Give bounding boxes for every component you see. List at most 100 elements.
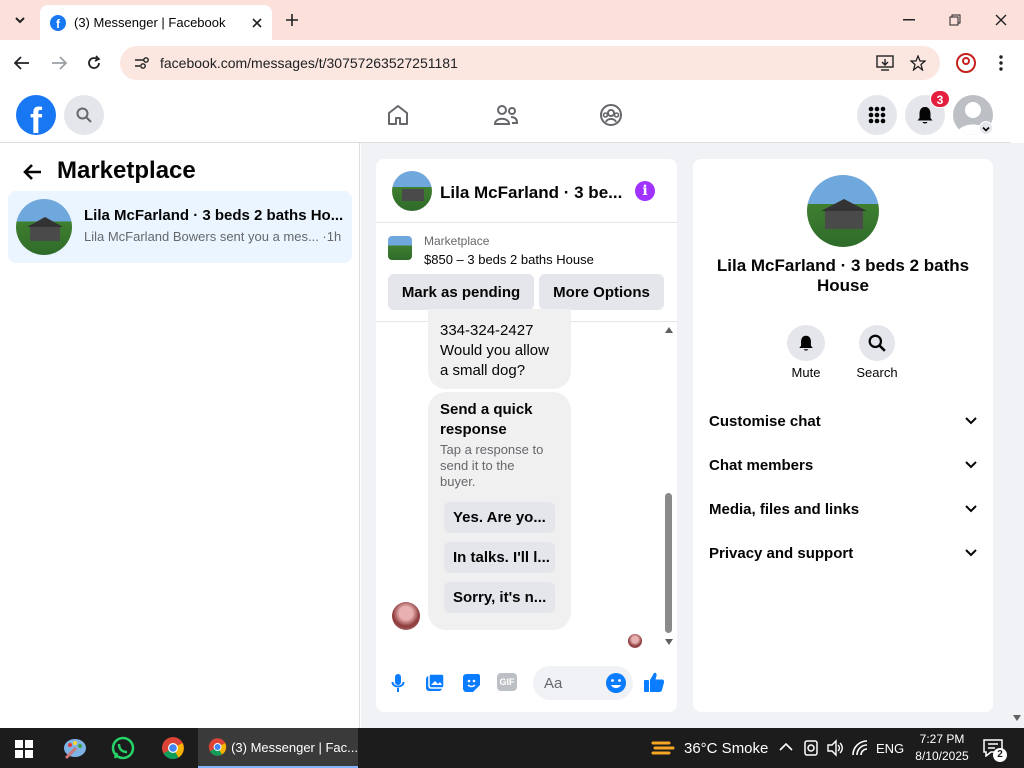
url-text: facebook.com/messages/t/3075726352725118… [160,55,458,71]
scrollbar-thumb[interactable] [665,493,672,633]
reload-icon[interactable] [86,55,102,71]
meet-now-icon[interactable] [804,739,818,757]
bookmark-star-icon[interactable] [910,55,926,71]
taskbar-window-title: (3) Messenger | Fac... [231,739,358,755]
listing-detail[interactable]: $850 – 3 beds 2 baths House [424,252,594,267]
site-settings-icon[interactable] [134,56,150,70]
weather-smoke-icon[interactable] [651,737,677,759]
account-dropdown[interactable] [979,121,993,135]
paint-app-icon[interactable] [62,736,88,760]
browser-tab-strip: f (3) Messenger | Facebook [0,0,1024,40]
close-tab-icon[interactable] [252,17,262,28]
tab-search-button[interactable] [8,8,32,32]
chat-header: Lila McFarland · 3 be... i [376,159,677,223]
sender-avatar[interactable] [392,602,420,630]
restore-icon[interactable] [949,14,961,26]
chevron-down-icon [982,126,990,132]
sticker-icon[interactable] [461,673,481,693]
section-chat-members[interactable]: Chat members [709,453,977,477]
message-text: 334-324-2427 Would you allow a small dog… [440,321,549,381]
network-icon[interactable] [851,739,869,757]
listing-thumbnail [388,236,412,260]
friends-icon[interactable] [493,103,519,127]
chat-info-panel: Lila McFarland · 3 beds 2 baths House Mu… [693,159,993,712]
search-button[interactable] [64,95,104,135]
chevron-down-icon [965,417,977,425]
chevron-down-icon [965,505,977,513]
quick-reply-button[interactable]: Sorry, it's n... [444,582,555,613]
facebook-logo-icon[interactable]: f [16,95,56,135]
message-line: 334-324-2427 [440,322,534,339]
more-options-button[interactable]: More Options [539,274,664,310]
search-in-chat-button[interactable] [859,325,895,361]
chevron-down-icon [965,549,977,557]
section-privacy-support[interactable]: Privacy and support [709,541,977,565]
photo-icon[interactable] [425,673,445,693]
mute-button[interactable] [787,325,825,361]
chat-avatar[interactable] [392,171,432,211]
page-scrollbar[interactable] [1010,143,1024,728]
notification-badge: 3 [930,90,950,108]
taskbar-browser-window[interactable]: (3) Messenger | Fac... [198,728,358,768]
gif-icon[interactable]: GIF [497,673,517,691]
new-tab-icon[interactable] [285,13,299,27]
search-icon [76,107,92,123]
bell-icon [799,335,813,351]
chat-scrollbar[interactable] [663,325,675,647]
clock-date[interactable]: 8/10/2025 [912,749,972,763]
forward-arrow-icon[interactable] [51,56,67,70]
chrome-icon[interactable] [161,736,185,760]
message-line: a small dog? [440,362,526,379]
quick-response-card: Send a quick response Tap a response to … [428,392,571,630]
weather-text[interactable]: 36°C Smoke [684,740,768,757]
thumbs-up-icon[interactable] [643,671,665,693]
windows-taskbar: (3) Messenger | Fac... 36°C Smoke ENG 7:… [0,728,1024,768]
composer: GIF Aa [376,659,677,712]
minimize-icon[interactable] [903,19,915,21]
message-line: Would you allow [440,342,549,359]
facebook-favicon-icon: f [50,14,66,31]
language-indicator[interactable]: ENG [876,741,904,756]
info-icon[interactable]: i [635,181,655,201]
chat-title[interactable]: Lila McFarland · 3 be... [440,183,622,203]
home-icon[interactable] [386,103,410,127]
tab-title: (3) Messenger | Facebook [74,15,226,30]
windows-start-icon[interactable] [15,740,33,758]
scroll-down-icon[interactable] [665,639,673,645]
chevron-down-icon [965,461,977,469]
address-bar[interactable]: facebook.com/messages/t/3075726352725118… [120,46,940,80]
listing-banner: Marketplace $850 – 3 beds 2 baths House … [376,224,677,322]
info-panel-title: Lila McFarland · 3 beds 2 baths House [716,256,970,295]
browser-menu-icon[interactable] [999,55,1003,71]
section-media-files-links[interactable]: Media, files and links [709,497,977,521]
clock-time[interactable]: 7:27 PM [916,732,968,746]
quick-reply-button[interactable]: Yes. Are yo... [444,502,555,533]
chevron-down-icon [15,17,25,24]
chrome-icon [208,738,227,756]
menu-button[interactable] [857,95,897,135]
message-input[interactable]: Aa [533,666,633,700]
section-label: Customise chat [709,412,821,430]
conversation-item[interactable]: Lila McFarland · 3 beds 2 baths Ho... Li… [8,191,352,263]
back-arrow-icon[interactable] [22,163,42,181]
whatsapp-icon[interactable] [111,736,135,760]
volume-icon[interactable] [826,739,844,757]
quick-reply-button[interactable]: In talks. I'll l... [444,542,555,573]
seen-avatar [628,634,642,648]
close-window-icon[interactable] [995,14,1007,26]
back-arrow-icon[interactable] [14,56,30,70]
listing-photo[interactable] [807,175,879,247]
chevron-up-icon[interactable] [779,742,793,752]
groups-icon[interactable] [599,103,623,127]
profile-icon[interactable] [956,53,976,73]
mark-pending-button[interactable]: Mark as pending [388,274,534,310]
mute-label: Mute [791,365,821,380]
emoji-icon[interactable] [605,672,627,694]
quick-response-subtitle: Tap a response to send it to the buyer. [440,442,544,489]
section-customise-chat[interactable]: Customise chat [709,409,977,433]
scroll-up-icon[interactable] [665,327,673,333]
browser-tab[interactable]: f (3) Messenger | Facebook [40,5,272,40]
microphone-icon[interactable] [391,673,405,693]
scroll-down-icon[interactable] [1013,715,1021,721]
install-app-icon[interactable] [876,55,894,71]
